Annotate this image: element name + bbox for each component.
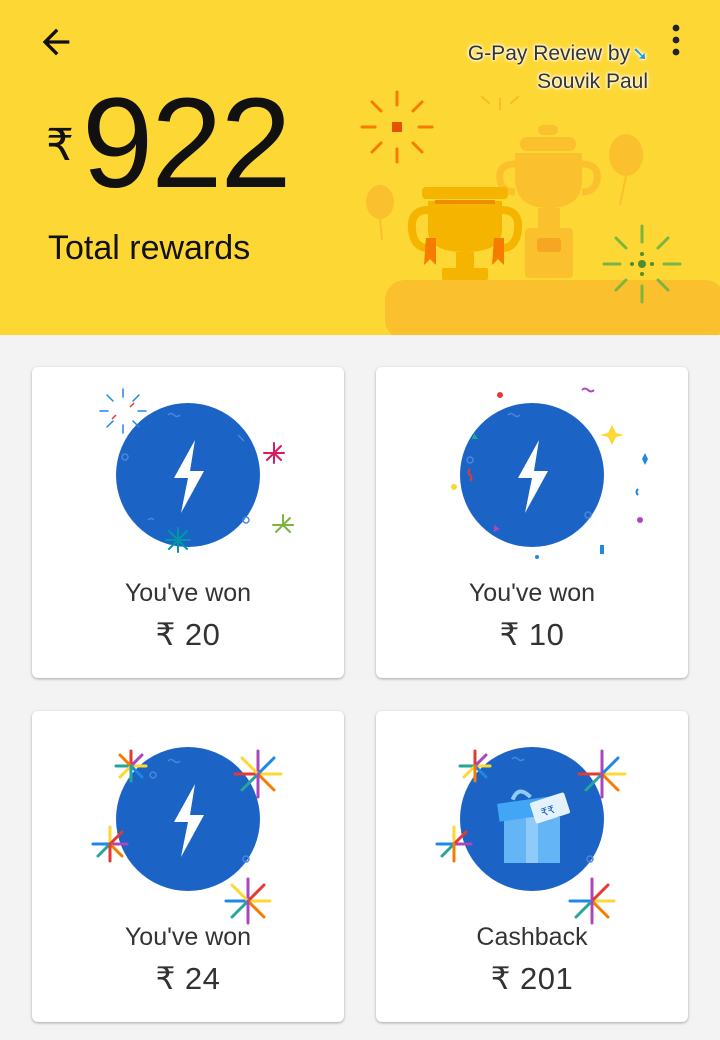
back-button[interactable] [32, 18, 80, 66]
reward-title: You've won [124, 579, 252, 607]
reward-badge [451, 387, 648, 559]
more-vert-icon [672, 24, 680, 56]
reward-badge: ₹₹ [435, 747, 627, 925]
reward-badge [91, 747, 283, 925]
watermark-line1: G-Pay Review by [467, 42, 631, 65]
reward-card[interactable]: You've won ₹ 20 [32, 367, 344, 678]
arrow-left-icon [42, 28, 70, 56]
reward-title: Cashback [476, 923, 588, 951]
reward-value: ₹ 201 [490, 961, 574, 996]
reward-title: You've won [124, 923, 252, 951]
reward-title: You've won [468, 579, 596, 607]
total-amount: ₹ 922 [46, 72, 292, 215]
tag-arrow-icon: ➘ [632, 44, 648, 65]
total-rewards-label: Total rewards [48, 229, 251, 267]
reward-badge [99, 388, 294, 553]
currency-symbol: ₹ [46, 121, 74, 170]
reward-value: ₹ 20 [155, 617, 221, 652]
reward-value: ₹ 10 [499, 617, 565, 652]
reward-card[interactable]: You've won ₹ 10 [376, 367, 688, 678]
rewards-header: G-Pay Review by ➘ Souvik Paul ₹ 922 Total… [0, 0, 720, 335]
trophy-celebration-illustration [360, 90, 720, 335]
watermark-text: G-Pay Review by ➘ Souvik Paul [468, 40, 648, 95]
reward-card[interactable]: ₹₹ Cashback ₹ 201 [376, 711, 688, 1022]
watermark-line2: Souvik Paul [537, 70, 648, 93]
more-options-button[interactable] [656, 16, 696, 64]
reward-value: ₹ 24 [155, 961, 221, 996]
reward-card[interactable]: You've won ₹ 24 [32, 711, 344, 1022]
total-amount-value: 922 [82, 72, 292, 215]
